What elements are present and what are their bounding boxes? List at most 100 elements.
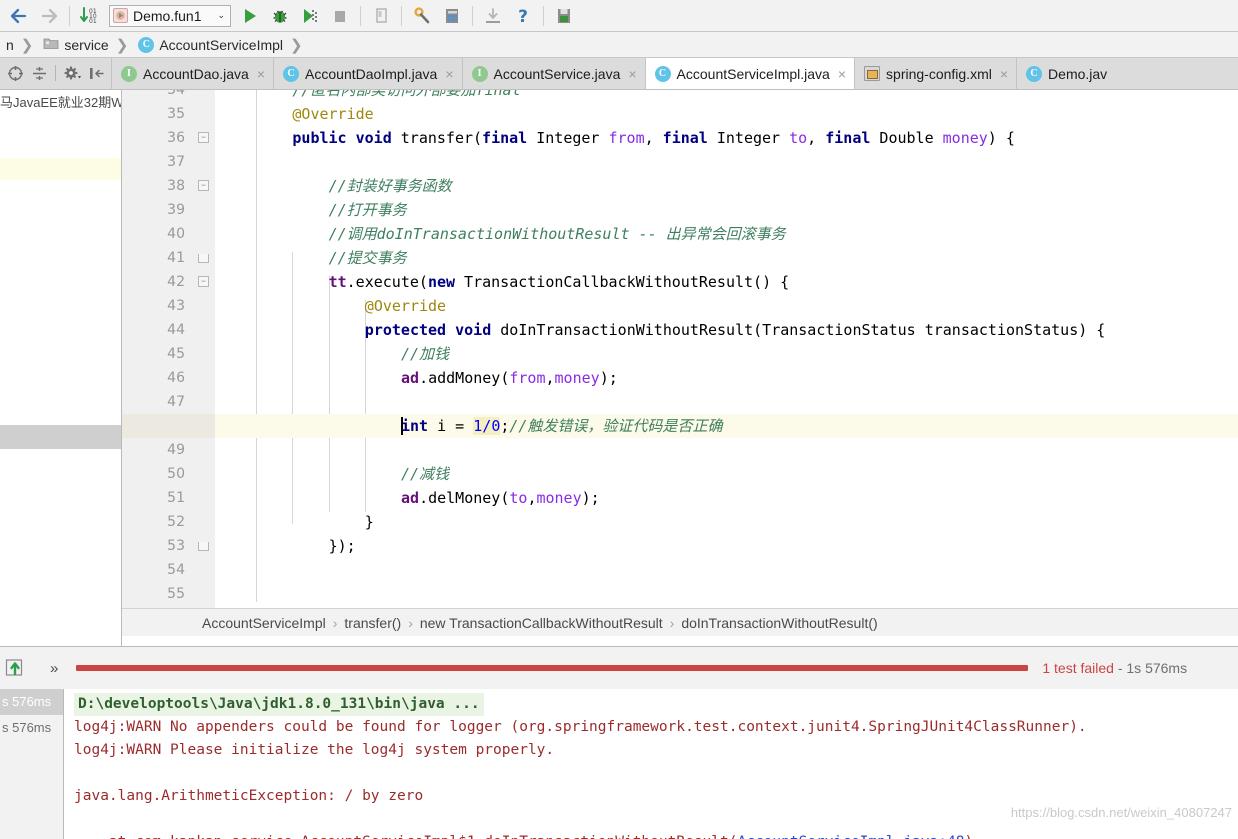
line-number: 43	[167, 298, 185, 314]
breadcrumb-class[interactable]: C AccountServiceImpl ❯	[132, 32, 306, 58]
fold-toggle-icon[interactable]: −	[198, 132, 209, 143]
arrow-right-icon	[41, 8, 58, 23]
navigation-bar: n ❯ service ❯ C AccountServiceImpl ❯	[0, 32, 1238, 58]
stop-icon	[335, 10, 345, 22]
close-icon[interactable]: ×	[445, 66, 453, 82]
locate-in-project-button[interactable]	[4, 62, 26, 84]
code-line[interactable]	[215, 150, 1238, 174]
code-line[interactable]: @Override	[215, 294, 1238, 318]
code-line[interactable]: }	[215, 510, 1238, 534]
line-number: 38	[167, 178, 185, 194]
interface-icon: I	[121, 65, 137, 82]
run-config-icon	[113, 8, 128, 23]
editor-breadcrumb-item-3[interactable]: doInTransactionWithoutResult()	[681, 615, 877, 631]
code-line[interactable]: ad.delMoney(to,money);	[215, 486, 1238, 510]
background-highlight-yellow	[0, 158, 121, 180]
editor-tab-demo[interactable]: C Demo.jav	[1016, 58, 1116, 89]
code-line[interactable]	[215, 390, 1238, 414]
split-horizontal-icon	[32, 66, 46, 80]
split-editor-button[interactable]	[28, 62, 50, 84]
save-all-button[interactable]	[550, 3, 578, 29]
expand-toolbar-button[interactable]: »	[50, 660, 58, 677]
code-line[interactable]: //打开事务	[215, 198, 1238, 222]
code-line[interactable]: int i = 1/0;//触发错误，验证代码是否正确	[215, 414, 1238, 438]
code-line[interactable]: //减钱	[215, 462, 1238, 486]
stacktrace-link[interactable]: AccountServiceImpl.java:48	[737, 834, 964, 839]
debug-button[interactable]	[266, 3, 294, 29]
code-line[interactable]	[215, 438, 1238, 462]
rerun-icon	[5, 659, 23, 676]
build-module-button[interactable]	[438, 3, 466, 29]
bug-icon	[273, 10, 287, 23]
editor-breadcrumb-item-0[interactable]: AccountServiceImpl	[202, 615, 326, 631]
code-line[interactable]: //加钱	[215, 342, 1238, 366]
test-tree[interactable]: s 576ms s 576ms	[0, 689, 64, 839]
back-button[interactable]	[5, 3, 33, 29]
code-line[interactable]: //封装好事务函数	[215, 174, 1238, 198]
code-line[interactable]: //匿名内部类访问外部要加final	[215, 90, 1238, 102]
code-line[interactable]: //调用doInTransactionWithoutResult -- 出异常会…	[215, 222, 1238, 246]
run-configuration-selector[interactable]: Demo.fun1 ⌄	[109, 4, 231, 27]
line-number: 45	[167, 346, 185, 362]
code-line[interactable]: });	[215, 534, 1238, 558]
editor-tab-accountservice[interactable]: I AccountService.java ×	[461, 58, 645, 89]
run-with-coverage-button[interactable]	[296, 3, 324, 29]
test-tree-row[interactable]: s 576ms	[0, 689, 63, 715]
editor-tab-accountdao[interactable]: I AccountDao.java ×	[111, 58, 274, 89]
arrow-left-icon	[10, 8, 27, 23]
project-structure-button[interactable]	[408, 3, 436, 29]
open-in-window-button[interactable]	[367, 3, 395, 29]
fold-toggle-icon[interactable]: −	[198, 180, 209, 191]
current-line-gutter-highlight	[122, 414, 215, 438]
code-line[interactable]	[215, 582, 1238, 606]
editor-tab-accountdaoimpl[interactable]: C AccountDaoImpl.java ×	[273, 58, 462, 89]
line-number: 42	[167, 274, 185, 290]
play-icon	[245, 8, 256, 23]
breadcrumb-folder-label: service	[64, 36, 109, 53]
console-line: log4j:WARN No appenders could be found f…	[74, 719, 1087, 735]
code-line[interactable]: //提交事务	[215, 246, 1238, 270]
fold-toggle-icon[interactable]: −	[198, 276, 209, 287]
editor-tab-accountserviceimpl[interactable]: C AccountServiceImpl.java ×	[644, 58, 855, 89]
code-editor[interactable]: 33343536I↑3738394041424344I↑454647484950…	[122, 90, 1238, 608]
run-config-label: Demo.fun1	[133, 7, 202, 24]
hide-button[interactable]	[85, 62, 107, 84]
gear-icon	[64, 66, 81, 79]
editor-tab-spring-config[interactable]: spring-config.xml ×	[854, 58, 1017, 89]
breadcrumb-module[interactable]: n ❯	[0, 32, 37, 58]
code-line[interactable]: protected void doInTransactionWithoutRes…	[215, 318, 1238, 342]
close-icon[interactable]: ×	[628, 66, 636, 82]
stop-button[interactable]	[326, 3, 354, 29]
rerun-button[interactable]	[2, 655, 28, 681]
test-tree-row[interactable]: s 576ms	[0, 715, 63, 741]
code-line[interactable]	[215, 558, 1238, 582]
code-line[interactable]: @Override	[215, 102, 1238, 126]
run-button[interactable]	[236, 3, 264, 29]
close-icon[interactable]: ×	[257, 66, 265, 82]
code-line[interactable]: tt.execute(new TransactionCallbackWithou…	[215, 270, 1238, 294]
update-project-button[interactable]	[479, 3, 507, 29]
editor-breadcrumb-item-2[interactable]: new TransactionCallbackWithoutResult	[420, 615, 663, 631]
build-icon	[446, 8, 458, 23]
help-button[interactable]: ?	[509, 3, 537, 29]
sort-numeric-button[interactable]: 01 10 01	[76, 3, 104, 29]
fold-end-marker[interactable]	[198, 542, 209, 551]
editor-tab-label: Demo.jav	[1048, 65, 1108, 82]
editor-breadcrumb-item-1[interactable]: transfer()	[344, 615, 401, 631]
text-caret	[401, 417, 403, 435]
code-line[interactable]: public void transfer(final Integer from,…	[215, 126, 1238, 150]
fold-end-marker[interactable]	[198, 254, 209, 263]
editor-code-area[interactable]: //匿名内部类访问外部要加final @Override public void t…	[215, 90, 1238, 608]
breadcrumb-module-label: n	[6, 36, 14, 53]
breadcrumb-folder[interactable]: service ❯	[37, 32, 132, 58]
line-number: 51	[167, 490, 185, 506]
editor-gutter[interactable]: 33343536I↑3738394041424344I↑454647484950…	[122, 90, 217, 608]
breadcrumb-separator: ›	[408, 614, 413, 631]
editor-fold-column[interactable]: − − −	[193, 90, 215, 608]
settings-button[interactable]	[61, 62, 83, 84]
close-icon[interactable]: ×	[1000, 66, 1008, 82]
save-icon	[558, 8, 570, 23]
close-icon[interactable]: ×	[838, 66, 846, 82]
code-line[interactable]: ad.addMoney(from,money);	[215, 366, 1238, 390]
forward-button[interactable]	[35, 3, 63, 29]
